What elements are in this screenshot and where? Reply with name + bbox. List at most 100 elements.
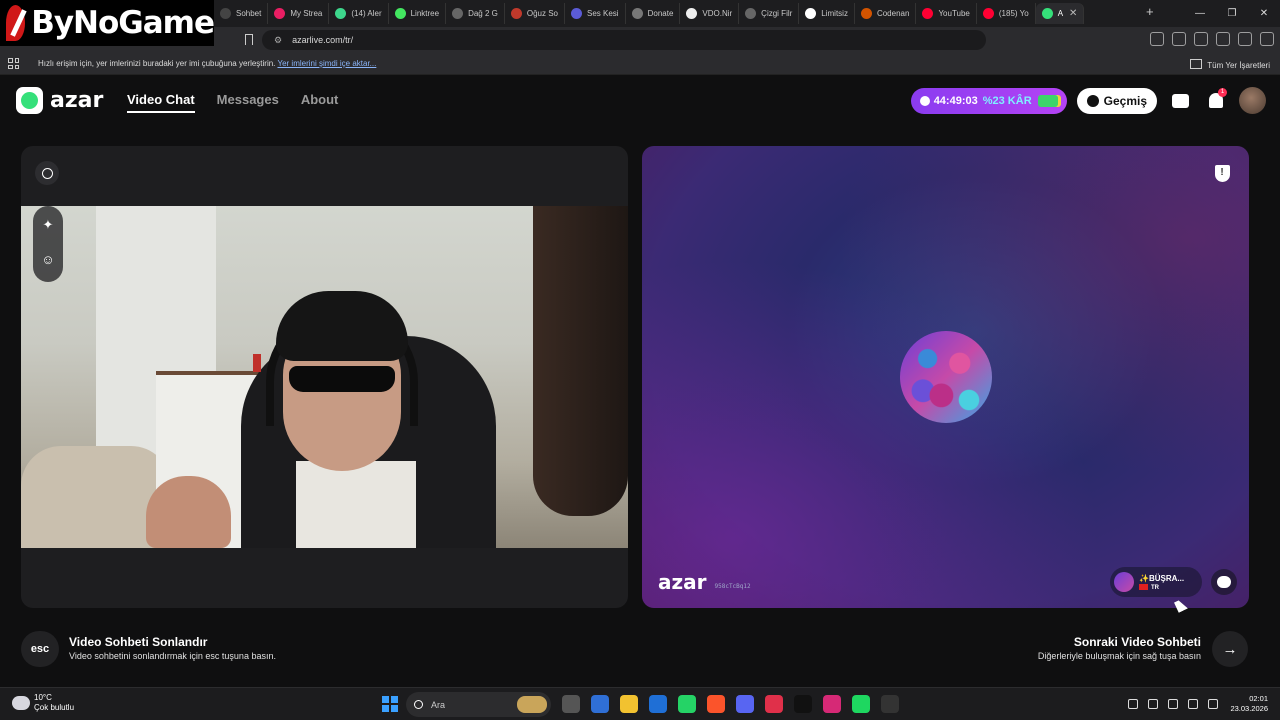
browser-tab[interactable]: YouTube <box>916 3 977 24</box>
mail-icon[interactable] <box>649 695 667 713</box>
end-chat-subtitle: Video sohbetini sonlandırmak için esc tu… <box>69 651 276 661</box>
audio-tab-icon <box>571 8 583 19</box>
close-window-button[interactable]: ✕ <box>1248 0 1280 27</box>
url-text: azarlive.com/tr/ <box>292 35 354 45</box>
new-tab-button[interactable]: + <box>1146 4 1154 19</box>
codenames-tab-icon <box>860 8 872 19</box>
import-bookmarks-link[interactable]: Yer imlerini şimdi içe aktar... <box>277 59 376 68</box>
watermark-text: azar <box>658 570 707 594</box>
bynogame-logo-icon <box>6 5 26 41</box>
browser-tab[interactable]: Donate <box>626 3 681 24</box>
azar-logo[interactable]: azar <box>16 87 103 114</box>
browser-tab[interactable]: Oğuz So <box>505 3 566 24</box>
microphone-icon[interactable] <box>1148 699 1158 709</box>
network-icon[interactable] <box>1188 699 1198 709</box>
browser-tab[interactable]: (14) Aler <box>329 3 389 24</box>
spotify-icon[interactable] <box>852 695 870 713</box>
magic-filter-icon[interactable]: ✦ <box>33 210 63 240</box>
whatsapp-icon[interactable] <box>678 695 696 713</box>
gift-box-icon <box>1171 93 1189 108</box>
game-tab-icon <box>452 8 464 19</box>
sidebar-icon[interactable] <box>1194 32 1208 46</box>
bookmark-icon[interactable] <box>245 34 253 45</box>
taskbar-clock[interactable]: 02:01 23.03.2026 <box>1230 694 1268 714</box>
folder-icon[interactable] <box>620 695 638 713</box>
cartoon-tab-icon <box>745 8 757 19</box>
apps-grid-icon[interactable] <box>8 58 19 69</box>
browser-tab-active[interactable]: A ✕ <box>1035 3 1085 24</box>
tab-label: Sohbet <box>236 9 262 18</box>
restore-button[interactable]: ❐ <box>1216 0 1248 27</box>
notifications-button[interactable]: 1 <box>1203 87 1229 114</box>
keyboard-icon[interactable] <box>1168 699 1178 709</box>
menu-icon[interactable] <box>1260 32 1274 46</box>
bookmarks-bar: Hızlı erişim için, yer imlerinizi burada… <box>0 53 1280 75</box>
weather-widget[interactable]: 10°C Çok bulutlu <box>12 693 74 713</box>
vpn-icon[interactable] <box>1238 32 1252 46</box>
browser-tab[interactable]: (185) Yo <box>977 3 1036 24</box>
nav-messages[interactable]: Messages <box>217 92 279 113</box>
session-id: 958cTcBq12 <box>714 583 751 590</box>
tab-label: (14) Aler <box>351 9 382 18</box>
app-icon[interactable] <box>765 695 783 713</box>
clock-date: 23.03.2026 <box>1230 704 1268 713</box>
browser-tab[interactable]: Dağ 2 G <box>446 3 505 24</box>
browser-tab[interactable]: Linktree <box>389 3 447 24</box>
site-settings-icon[interactable]: ⚙ <box>274 35 282 46</box>
next-chat-title: Sonraki Video Sohbeti <box>1073 635 1201 649</box>
obs-icon[interactable] <box>881 695 899 713</box>
limitless-tab-icon <box>805 8 817 19</box>
gift-box-button[interactable] <box>1167 88 1193 114</box>
taskbar-search[interactable]: Ara <box>406 692 551 717</box>
tab-strip: Sohbet My Strea (14) Aler Linktree Dağ 2 G Oğ… <box>214 3 1085 24</box>
browser-tab[interactable]: Limitsiz <box>799 3 855 24</box>
browser-tab[interactable]: Sohbet <box>214 3 269 24</box>
minimize-button[interactable]: — <box>1184 0 1216 27</box>
volume-icon[interactable] <box>1208 699 1218 709</box>
browser-tab[interactable]: My Strea <box>268 3 330 24</box>
media-icon[interactable] <box>1172 32 1186 46</box>
end-chat-esc-button[interactable]: esc <box>21 631 59 667</box>
all-bookmarks-button[interactable]: Tüm Yer İşaretleri <box>1190 59 1270 70</box>
close-tab-icon[interactable]: ✕ <box>1069 8 1077 19</box>
avatar[interactable] <box>1239 87 1266 114</box>
clock-time: 02:01 <box>1249 694 1268 703</box>
tray-chevron-icon[interactable] <box>1128 699 1138 709</box>
donate-tab-icon <box>631 8 643 19</box>
window-controls: — ❐ ✕ <box>1184 0 1280 27</box>
tab-label: (185) Yo <box>998 9 1029 18</box>
browser-tab[interactable]: Codenan <box>855 3 917 24</box>
browser-tab[interactable]: Ses Kesi <box>565 3 626 24</box>
chat-button[interactable] <box>1211 569 1237 595</box>
wallet-icon[interactable] <box>1216 32 1230 46</box>
nav-video-chat[interactable]: Video Chat <box>127 92 195 113</box>
chat-tab-icon <box>220 8 231 19</box>
report-button[interactable]: ! <box>1213 163 1231 183</box>
search-highlight-image <box>517 696 547 713</box>
promo-timer-pill[interactable]: 44:49:03 %23 KÂR <box>910 87 1067 114</box>
face-effect-icon[interactable]: ☺ <box>33 244 63 274</box>
promo-timer: 44:49:03 <box>933 94 978 107</box>
instagram-icon[interactable] <box>823 695 841 713</box>
start-button[interactable] <box>382 696 398 712</box>
browser-tab[interactable]: Çizgi Filr <box>739 3 800 24</box>
nav-about[interactable]: About <box>301 92 339 113</box>
extensions-icon[interactable] <box>1150 32 1164 46</box>
file-explorer-icon[interactable] <box>562 695 580 713</box>
url-field[interactable]: ⚙ azarlive.com/tr/ <box>262 30 986 50</box>
tiktok-icon[interactable] <box>794 695 812 713</box>
next-chat-button[interactable]: → <box>1212 631 1248 667</box>
brave-icon[interactable] <box>707 695 725 713</box>
browser-tab[interactable]: VDO.Nir <box>680 3 740 24</box>
oguz-tab-icon <box>510 8 522 19</box>
expand-button[interactable] <box>35 161 59 185</box>
pinned-apps <box>562 695 899 713</box>
store-icon[interactable] <box>591 695 609 713</box>
discord-icon[interactable] <box>736 695 754 713</box>
alerts-tab-icon <box>335 8 347 19</box>
tab-label: YouTube <box>938 9 970 18</box>
peer-info-card[interactable]: ✨BÜŞRA... TR <box>1110 567 1202 597</box>
main-nav: Video Chat Messages About <box>127 92 338 113</box>
peer-name: ✨BÜŞRA... <box>1139 573 1185 583</box>
history-button[interactable]: Geçmiş <box>1076 87 1157 114</box>
